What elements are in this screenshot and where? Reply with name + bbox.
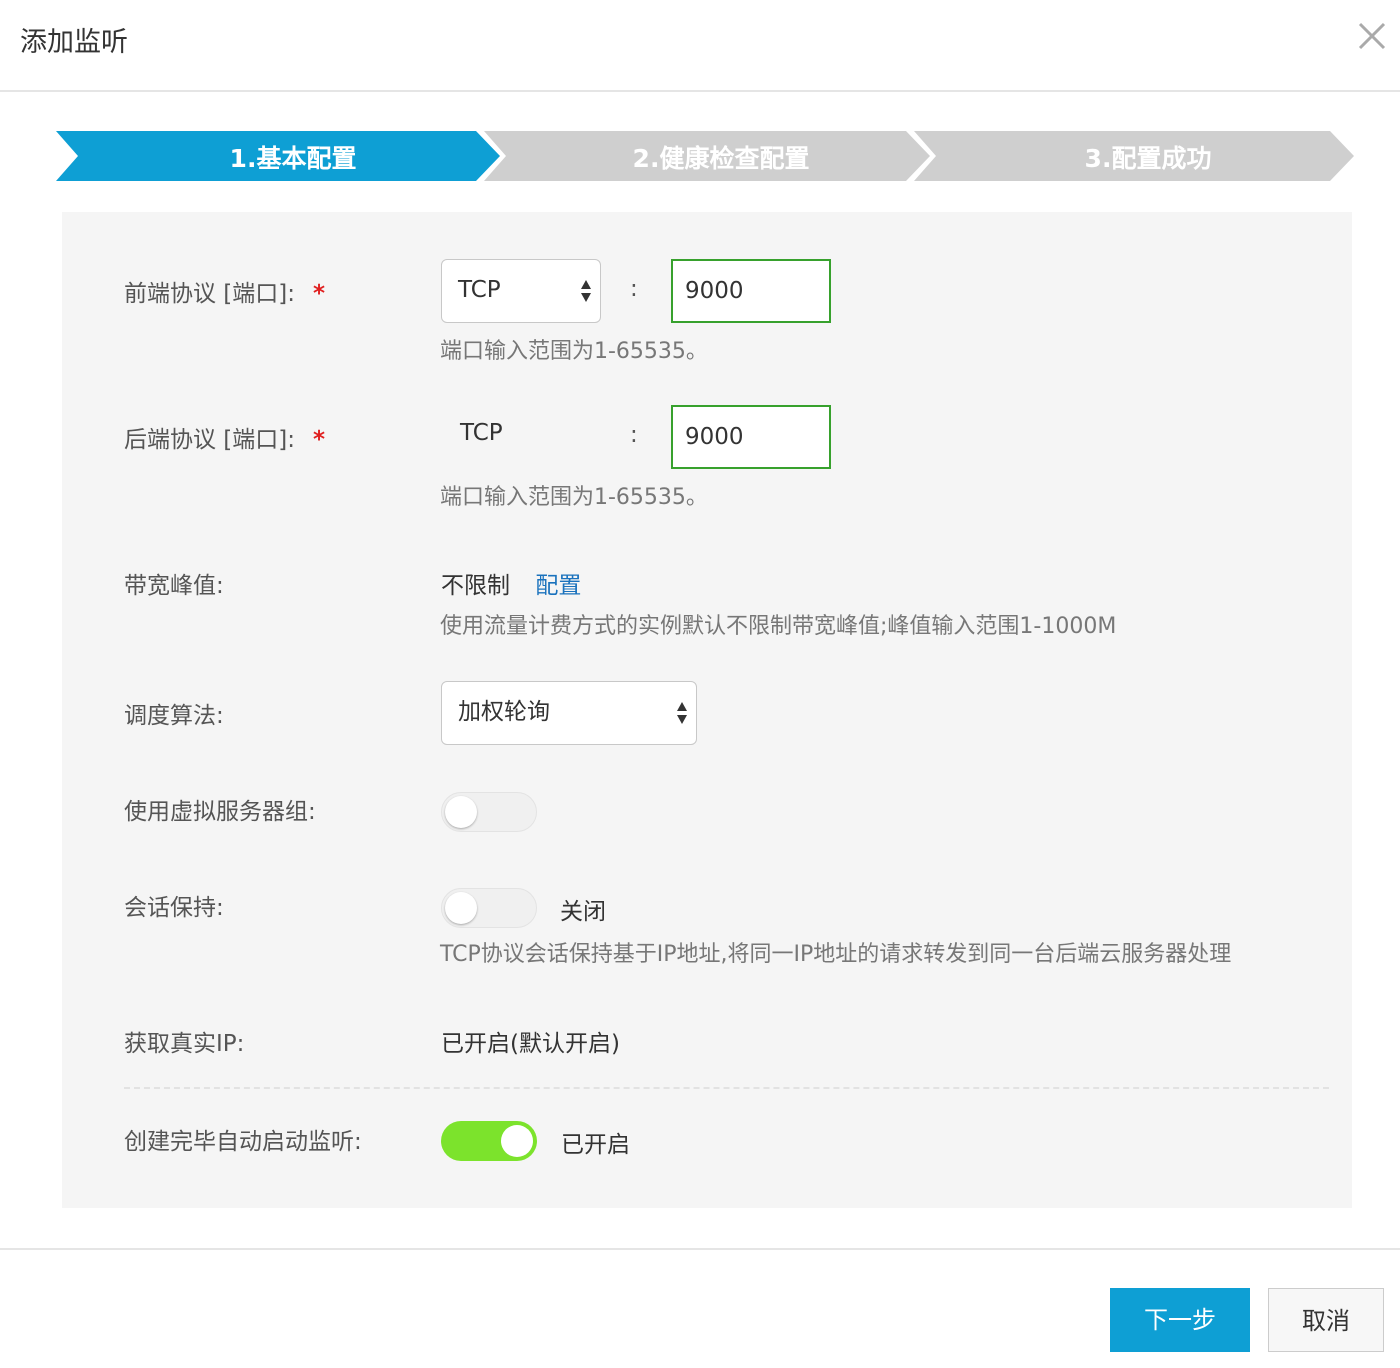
- dialog-title: 添加监听: [20, 27, 128, 58]
- frontend-protocol-label-text: 前端协议 [端口]:: [124, 281, 296, 307]
- toggle-knob: [445, 796, 477, 828]
- frontend-port-hint: 端口输入范围为1-65535。: [440, 339, 708, 364]
- next-step-button[interactable]: 下一步: [1110, 1288, 1250, 1352]
- vserver-group-toggle[interactable]: [441, 792, 537, 832]
- required-mark: *: [313, 427, 326, 453]
- bandwidth-value: 不限制 配置: [441, 566, 581, 600]
- select-arrows-icon: [581, 280, 591, 302]
- frontend-colon: :: [630, 276, 638, 302]
- backend-protocol-label: 后端协议 [端口]: *: [124, 420, 325, 454]
- toggle-knob: [501, 1125, 533, 1157]
- vserver-group-label: 使用虚拟服务器组:: [124, 799, 316, 825]
- frontend-protocol-label: 前端协议 [端口]: *: [124, 274, 325, 308]
- algorithm-value: 加权轮询: [458, 699, 550, 725]
- bandwidth-config-link[interactable]: 配置: [535, 573, 581, 599]
- backend-port-input[interactable]: 9000: [671, 405, 831, 469]
- bandwidth-value-text: 不限制: [441, 573, 510, 599]
- backend-port-hint: 端口输入范围为1-65535。: [440, 485, 708, 510]
- frontend-protocol-value: TCP: [458, 277, 501, 303]
- dialog-header: 添加监听: [0, 0, 1400, 92]
- select-arrows-icon: [677, 702, 687, 724]
- session-label: 会话保持:: [124, 895, 224, 921]
- wizard-steps: 1.基本配置 2.健康检查配置 3.配置成功: [56, 131, 1356, 181]
- session-hint: TCP协议会话保持基于IP地址,将同一IP地址的请求转发到同一台后端云服务器处理: [440, 942, 1232, 967]
- bandwidth-label: 带宽峰值:: [124, 573, 224, 599]
- session-status: 关闭: [560, 899, 606, 925]
- backend-protocol-label-text: 后端协议 [端口]:: [124, 427, 296, 453]
- real-ip-value: 已开启(默认开启): [441, 1031, 620, 1057]
- session-toggle[interactable]: [441, 888, 537, 928]
- close-icon[interactable]: [1354, 18, 1390, 54]
- toggle-knob: [445, 892, 477, 924]
- step-3-label: 3.配置成功: [1084, 144, 1212, 173]
- frontend-port-input[interactable]: 9000: [671, 259, 831, 323]
- frontend-protocol-select[interactable]: TCP: [441, 259, 601, 323]
- required-mark: *: [313, 281, 326, 307]
- auto-start-toggle[interactable]: [441, 1121, 537, 1161]
- bandwidth-hint: 使用流量计费方式的实例默认不限制带宽峰值;峰值输入范围1-1000M: [440, 614, 1117, 639]
- algorithm-select[interactable]: 加权轮询: [441, 681, 697, 745]
- real-ip-label: 获取真实IP:: [124, 1031, 245, 1057]
- cancel-button[interactable]: 取消: [1268, 1288, 1384, 1352]
- backend-colon: :: [630, 422, 638, 448]
- section-divider: [124, 1087, 1329, 1089]
- step-2-label: 2.健康检查配置: [632, 144, 810, 173]
- algorithm-label: 调度算法:: [124, 703, 224, 729]
- footer-divider: [0, 1248, 1400, 1250]
- step-1-label: 1.基本配置: [229, 144, 357, 173]
- auto-start-status: 已开启: [561, 1132, 630, 1158]
- backend-protocol-value: TCP: [460, 420, 503, 446]
- auto-start-label: 创建完毕自动启动监听:: [124, 1129, 362, 1155]
